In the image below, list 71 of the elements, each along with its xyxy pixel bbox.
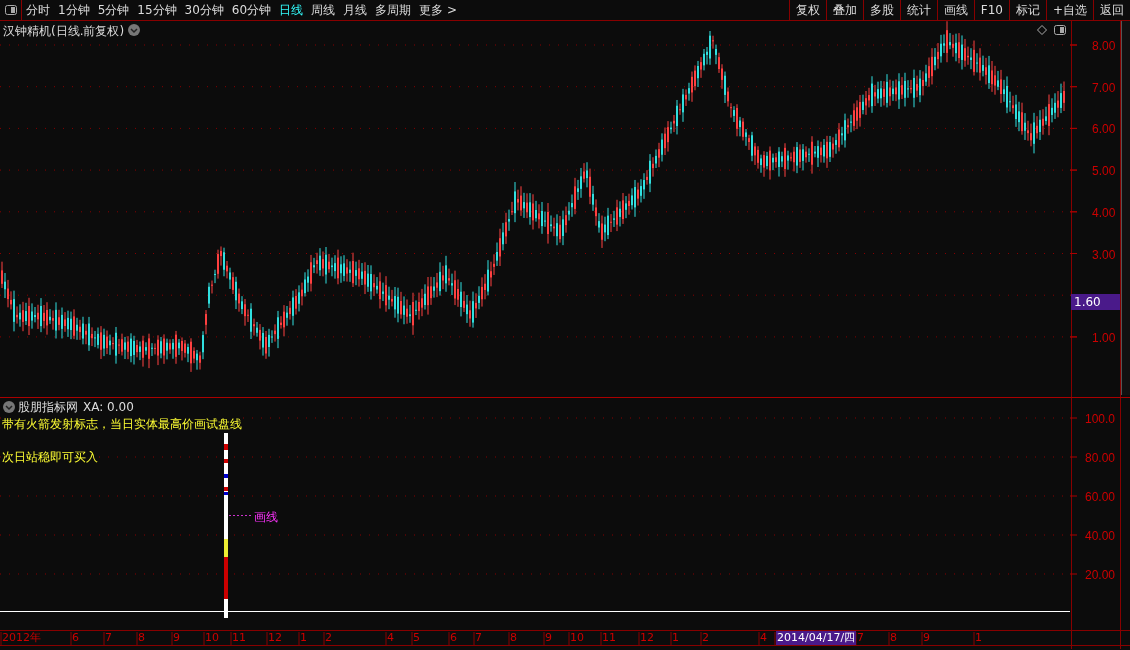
time-axis-label: 5 xyxy=(413,631,420,645)
period-tab[interactable]: 5分钟 xyxy=(93,0,134,20)
indicator-axis-label: 40.00 xyxy=(1085,528,1116,545)
toolbar-button[interactable]: +自选 xyxy=(1045,0,1093,20)
period-tab[interactable]: 月线 xyxy=(339,0,372,20)
period-tab[interactable]: 30分钟 xyxy=(180,0,228,20)
time-axis-label: 12 xyxy=(640,631,654,645)
time-axis-label: 2 xyxy=(325,631,332,645)
toolbar-button[interactable]: 返回 xyxy=(1093,0,1130,20)
toolbar-button[interactable]: 复权 xyxy=(788,0,826,20)
time-axis-label: 2 xyxy=(702,631,709,645)
dropdown-icon[interactable] xyxy=(128,24,140,36)
indicator-axis-label: 80.00 xyxy=(1085,450,1116,467)
period-tab[interactable]: 更多 > xyxy=(415,0,461,20)
time-axis-label: 7 xyxy=(857,631,864,645)
signal-note: 次日站稳即可买入 xyxy=(2,448,98,466)
time-axis-label: 8 xyxy=(138,631,145,645)
time-axis-label: 4 xyxy=(387,631,394,645)
current-price-tag: 1.60 xyxy=(1071,294,1120,310)
drawn-line xyxy=(228,515,253,516)
time-axis-label: 6 xyxy=(450,631,457,645)
time-axis-label: 1 xyxy=(300,631,307,645)
diamond-icon[interactable] xyxy=(1037,25,1047,35)
toolbar-button[interactable]: 画线 xyxy=(936,0,974,20)
time-axis-label: 9 xyxy=(923,631,930,645)
dropdown-icon[interactable] xyxy=(3,401,15,413)
time-axis-label: 2012年 xyxy=(2,631,41,645)
price-axis-label: 3.00 xyxy=(1092,246,1116,264)
price-axis-label: 5.00 xyxy=(1092,163,1116,181)
time-axis-label: 2014/04/17/四 xyxy=(776,631,857,645)
indicator-reading: XA: 0.00 xyxy=(83,399,134,416)
chart-title: 汉钟精机(日线.前复权) xyxy=(3,23,125,40)
time-axis-label: 10 xyxy=(570,631,584,645)
price-axis-label: 4.00 xyxy=(1092,204,1116,222)
period-tab[interactable]: 15分钟 xyxy=(133,0,181,20)
time-axis-label: 6 xyxy=(72,631,79,645)
period-tab[interactable]: 日线 xyxy=(275,0,308,20)
price-axis-label: 1.00 xyxy=(1092,329,1116,347)
panel-toggle-icon[interactable] xyxy=(1054,25,1066,35)
price-axis-label: 7.00 xyxy=(1092,79,1116,97)
indicator-axis-label: 20.00 xyxy=(1085,567,1116,584)
time-axis-label: 1 xyxy=(975,631,982,645)
time-axis-label: 7 xyxy=(105,631,112,645)
time-axis-label: 10 xyxy=(205,631,219,645)
indicator-name: 股朋指标网 xyxy=(18,399,78,416)
time-axis-label: 8 xyxy=(510,631,517,645)
toolbar-button[interactable]: 叠加 xyxy=(825,0,863,20)
period-tab[interactable]: 周线 xyxy=(307,0,340,20)
time-axis-label: 7 xyxy=(475,631,482,645)
period-tab[interactable]: 分时 xyxy=(22,0,54,20)
toolbar-button[interactable]: F10 xyxy=(973,0,1009,20)
indicator-axis-label: 60.00 xyxy=(1085,489,1116,506)
time-axis-label: 1 xyxy=(672,631,679,645)
time-axis-label: 9 xyxy=(545,631,552,645)
toolbar-button[interactable]: 统计 xyxy=(899,0,937,20)
price-axis-label: 6.00 xyxy=(1092,121,1116,139)
toolbar-button[interactable]: 多股 xyxy=(862,0,900,20)
time-axis-label: 12 xyxy=(268,631,282,645)
time-axis-label: 9 xyxy=(173,631,180,645)
period-tab[interactable]: 1分钟 xyxy=(54,0,94,20)
time-axis-label: 11 xyxy=(602,631,616,645)
time-axis-label: 4 xyxy=(760,631,767,645)
period-tab[interactable]: 多周期 xyxy=(371,0,416,20)
time-axis-label: 11 xyxy=(232,631,246,645)
price-axis-label: 8.00 xyxy=(1092,38,1116,55)
drawn-line-label: 画线 xyxy=(254,509,278,526)
indicator-axis-label: 100.0 xyxy=(1085,411,1116,428)
toolbar-button[interactable]: 标记 xyxy=(1008,0,1046,20)
time-axis-label: 8 xyxy=(890,631,897,645)
period-tab[interactable]: 60分钟 xyxy=(227,0,276,20)
signal-note: 带有火箭发射标志，当日实体最高价画试盘线 xyxy=(2,415,242,433)
